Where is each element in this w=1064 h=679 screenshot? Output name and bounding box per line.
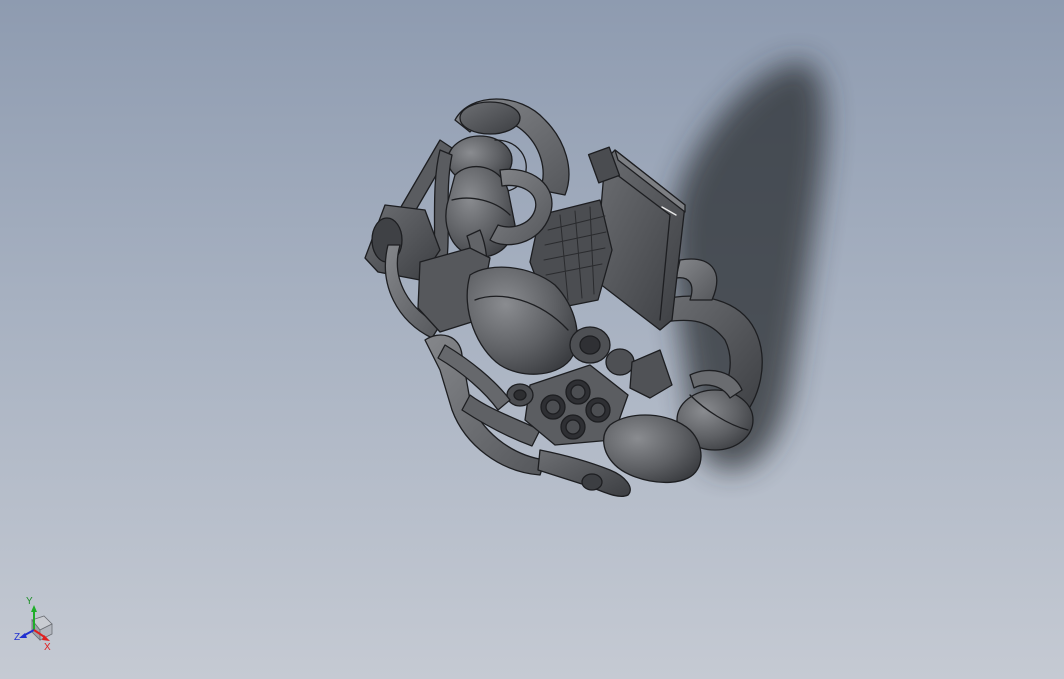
collector-ring (581, 473, 603, 491)
y-axis-label: Y (26, 596, 33, 607)
pulley-b (605, 348, 635, 376)
right-box (629, 349, 673, 399)
port-2-inner (570, 384, 586, 400)
graphics-viewport[interactable]: Y Z X (0, 0, 1064, 679)
engine-assembly-model[interactable] (0, 0, 1064, 679)
port-4-inner (565, 419, 581, 435)
orientation-triad: Y Z X (14, 596, 53, 652)
top-turbo (459, 101, 521, 135)
front-gear-inner (513, 389, 527, 401)
z-axis-label: Z (14, 632, 20, 643)
pulley-a-inner (579, 335, 601, 355)
x-axis-label: X (44, 642, 51, 652)
port-1-inner (545, 399, 561, 415)
port-3-inner (590, 402, 606, 418)
